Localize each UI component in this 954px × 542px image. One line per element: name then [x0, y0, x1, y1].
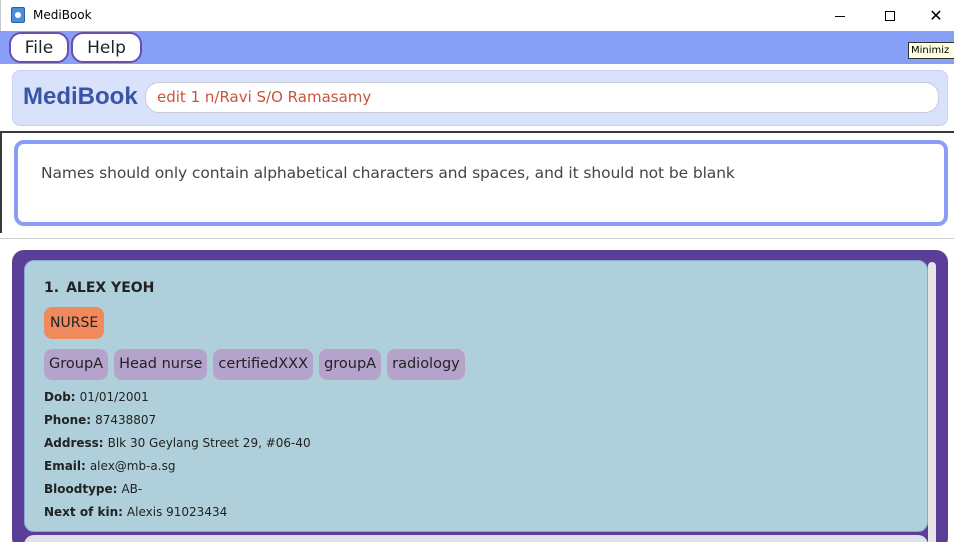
- minimize-button[interactable]: [817, 0, 863, 31]
- file-menu[interactable]: File: [9, 32, 69, 63]
- person-name: 1. ALEX YEOH: [44, 280, 154, 296]
- close-icon: ✕: [929, 6, 943, 25]
- tag: certifiedXXX: [213, 349, 314, 380]
- list-scrollbar[interactable]: [928, 262, 936, 542]
- field-value: 87438807: [95, 413, 157, 427]
- field-value: Alexis 91023434: [126, 505, 228, 519]
- app-brand: MediBook: [23, 83, 138, 110]
- field-value: AB-: [121, 482, 143, 496]
- title-bar: MediBook ✕: [0, 0, 954, 31]
- divider: [0, 238, 954, 239]
- close-button[interactable]: ✕: [913, 0, 954, 31]
- field-value: alex@mb-a.sg: [89, 459, 176, 473]
- app-icon: [11, 7, 25, 23]
- address-field: Address: Blk 30 Geylang Street 29, #06-40: [44, 432, 311, 455]
- tag: groupA: [319, 349, 382, 380]
- role-badge: NURSE: [44, 307, 105, 339]
- tag-list: GroupA Head nurse certifiedXXX groupA ra…: [44, 349, 465, 380]
- field-label: Dob:: [44, 390, 76, 404]
- result-message: Names should only contain alphabetical c…: [41, 164, 735, 182]
- person-index: 1.: [44, 280, 60, 296]
- next-of-kin-field: Next of kin: Alexis 91023434: [44, 501, 311, 524]
- field-label: Bloodtype:: [44, 482, 118, 496]
- field-label: Phone:: [44, 413, 92, 427]
- person-list: 1. ALEX YEOH NURSE GroupA Head nurse cert…: [12, 250, 948, 542]
- bloodtype-field: Bloodtype: AB-: [44, 478, 311, 501]
- minimize-tooltip: Minimiz: [908, 42, 954, 59]
- person-card[interactable]: 1. ALEX YEOH NURSE GroupA Head nurse cert…: [24, 260, 928, 532]
- maximize-button[interactable]: [867, 0, 913, 31]
- email-field: Email: alex@mb-a.sg: [44, 455, 311, 478]
- field-value: 01/01/2001: [79, 390, 149, 404]
- field-label: Email:: [44, 459, 86, 473]
- command-input[interactable]: edit 1 n/Ravi S/O Ramasamy: [145, 82, 939, 113]
- result-area: Names should only contain alphabetical c…: [0, 133, 954, 233]
- maximize-icon: [885, 10, 895, 21]
- result-display[interactable]: Names should only contain alphabetical c…: [14, 140, 948, 226]
- help-menu[interactable]: Help: [71, 32, 142, 63]
- menu-bar: File Help: [0, 31, 954, 64]
- phone-field: Phone: 87438807: [44, 409, 311, 432]
- field-label: Next of kin:: [44, 505, 123, 519]
- tag: GroupA: [44, 349, 109, 380]
- tag: Head nurse: [114, 349, 208, 380]
- person-card[interactable]: [24, 535, 928, 542]
- command-bar: MediBook edit 1 n/Ravi S/O Ramasamy: [12, 70, 948, 126]
- dob-field: Dob: 01/01/2001: [44, 386, 311, 409]
- minimize-icon: [835, 16, 845, 17]
- person-details: Dob: 01/01/2001 Phone: 87438807 Address: Bl…: [44, 386, 311, 524]
- header-area: MediBook edit 1 n/Ravi S/O Ramasamy: [0, 64, 954, 132]
- person-name-text: ALEX YEOH: [66, 280, 155, 296]
- window-title: MediBook: [33, 8, 92, 22]
- tag: radiology: [387, 349, 465, 380]
- field-label: Address:: [44, 436, 104, 450]
- field-value: Blk 30 Geylang Street 29, #06-40: [107, 436, 311, 450]
